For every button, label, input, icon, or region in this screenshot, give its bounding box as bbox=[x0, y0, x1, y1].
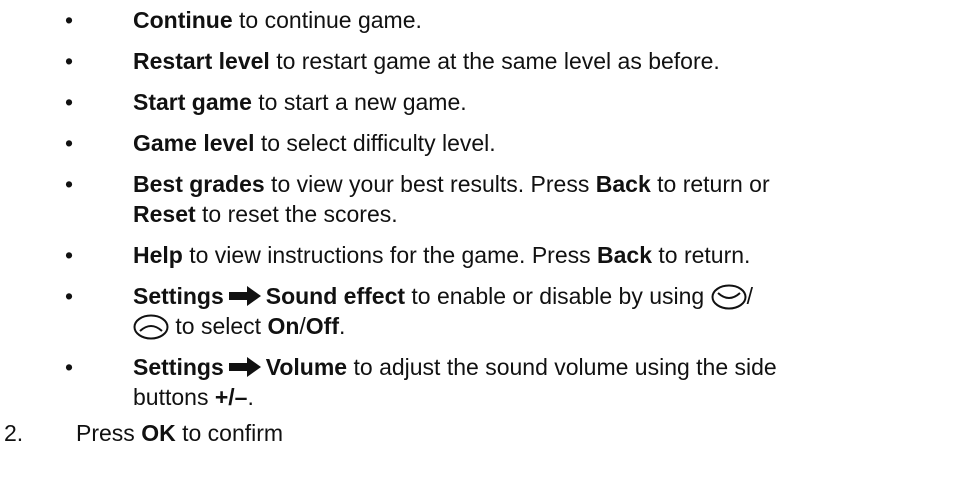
option-description: to adjust the sound volume using the sid… bbox=[347, 354, 777, 380]
option-description: to restart game at the same level as bef… bbox=[269, 48, 720, 74]
option-name: Settings bbox=[133, 354, 224, 380]
option-description: to view instructions for the game. Press bbox=[182, 242, 598, 268]
option-description: to reset the scores. bbox=[195, 201, 398, 227]
manual-page: • Continue to continue game. • Restart l… bbox=[0, 0, 979, 488]
menu-options-list: • Continue to continue game. • Restart l… bbox=[0, 5, 979, 412]
ok-key-label: OK bbox=[141, 420, 176, 446]
bullet: • bbox=[65, 130, 74, 156]
option-name: Best grades bbox=[133, 171, 265, 197]
side-buttons-label: +/– bbox=[214, 384, 248, 410]
list-item: • Game level to select difficulty level. bbox=[0, 128, 979, 158]
step-number: 2. bbox=[4, 420, 24, 446]
option-name: Restart level bbox=[133, 48, 270, 74]
option-description: to select bbox=[169, 313, 268, 339]
bullet: • bbox=[65, 48, 74, 74]
option-name: Game level bbox=[133, 130, 255, 156]
bullet: • bbox=[65, 242, 74, 268]
period: . bbox=[339, 313, 346, 339]
bullet: • bbox=[65, 283, 74, 309]
up-key-icon bbox=[133, 314, 169, 340]
separator: / bbox=[746, 283, 753, 309]
option-name: Start game bbox=[133, 89, 252, 115]
option-description: buttons bbox=[133, 384, 215, 410]
list-item: • Help to view instructions for the game… bbox=[0, 240, 979, 270]
list-item: • Continue to continue game. bbox=[0, 5, 979, 35]
option-name: Settings bbox=[133, 283, 224, 309]
option-name: Continue bbox=[133, 7, 233, 33]
bullet: • bbox=[65, 7, 74, 33]
list-item: • Settings Volume to adjust the sound vol… bbox=[0, 352, 979, 412]
list-item: • Start game to start a new game. bbox=[0, 87, 979, 117]
step-text: Press bbox=[76, 420, 142, 446]
sub-option-name: Sound effect bbox=[265, 283, 406, 309]
list-item: • Settings Sound effect to enable or disa… bbox=[0, 281, 979, 341]
option-name: Help bbox=[133, 242, 183, 268]
bullet: • bbox=[65, 354, 74, 380]
option-description: to view your best results. Press bbox=[264, 171, 596, 197]
down-key-icon bbox=[711, 284, 747, 310]
period: . bbox=[247, 384, 254, 410]
bullet: • bbox=[65, 171, 74, 197]
list-item: • Restart level to restart game at the s… bbox=[0, 46, 979, 76]
right-arrow-icon bbox=[228, 357, 261, 377]
off-label: Off bbox=[305, 313, 339, 339]
option-description: to start a new game. bbox=[251, 89, 467, 115]
on-label: On bbox=[267, 313, 300, 339]
back-key-label: Back bbox=[595, 171, 651, 197]
reset-key-label: Reset bbox=[133, 201, 196, 227]
option-description: to enable or disable by using bbox=[405, 283, 711, 309]
option-description: to select difficulty level. bbox=[254, 130, 496, 156]
option-description: to continue game. bbox=[232, 7, 422, 33]
sub-option-name: Volume bbox=[265, 354, 348, 380]
option-description: to return. bbox=[652, 242, 751, 268]
step-2: 2. Press OK to confirm bbox=[0, 418, 979, 448]
bullet: • bbox=[65, 89, 74, 115]
option-description: to return or bbox=[650, 171, 770, 197]
step-text: to confirm bbox=[175, 420, 284, 446]
back-key-label: Back bbox=[597, 242, 652, 268]
right-arrow-icon bbox=[228, 286, 261, 306]
list-item: • Best grades to view your best results.… bbox=[0, 169, 979, 229]
